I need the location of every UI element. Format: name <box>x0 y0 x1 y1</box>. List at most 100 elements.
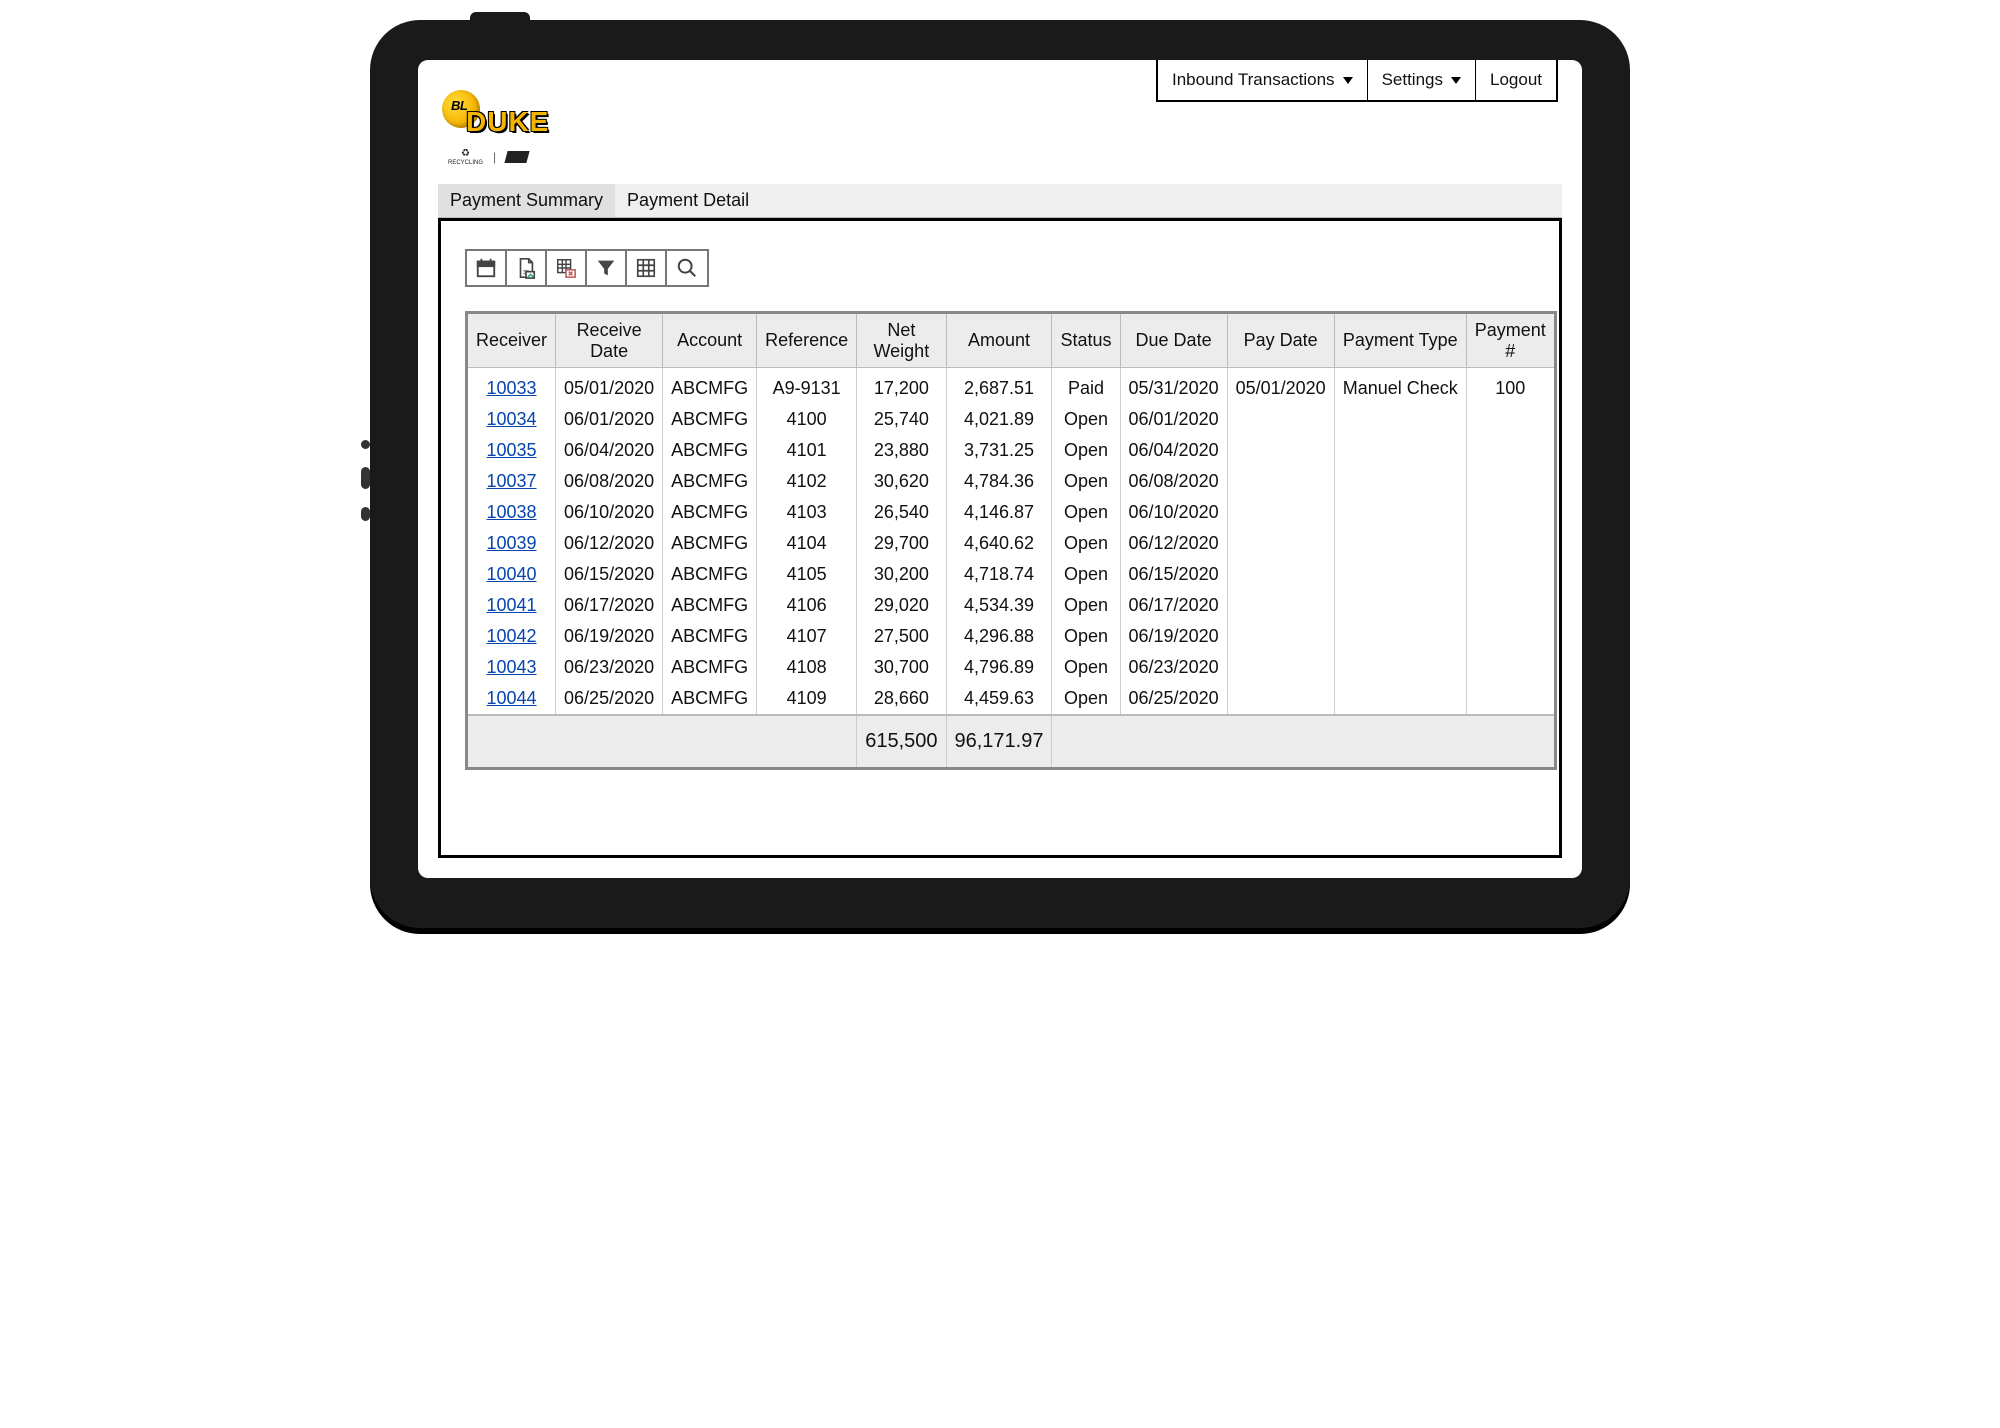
search-button[interactable] <box>667 251 707 285</box>
cell-status: Open <box>1052 528 1120 559</box>
cell-reference: 4106 <box>757 590 857 621</box>
cell-net-weight: 25,740 <box>857 404 946 435</box>
caret-down-icon <box>1451 77 1461 84</box>
cell-pay-date <box>1227 466 1334 497</box>
cell-reference: 4105 <box>757 559 857 590</box>
receiver-link[interactable]: 10044 <box>486 688 536 708</box>
cell-receiver[interactable]: 10044 <box>467 683 556 715</box>
cell-pay-date: 05/01/2020 <box>1227 368 1334 405</box>
toolbar <box>465 249 709 287</box>
total-net-weight: 615,500 <box>857 715 946 769</box>
cell-due-date: 06/17/2020 <box>1120 590 1227 621</box>
col-payment-type[interactable]: Payment Type <box>1334 313 1466 368</box>
cell-account: ABCMFG <box>663 466 757 497</box>
col-reference[interactable]: Reference <box>757 313 857 368</box>
cell-account: ABCMFG <box>663 368 757 405</box>
cell-receiver[interactable]: 10043 <box>467 652 556 683</box>
cell-account: ABCMFG <box>663 590 757 621</box>
cell-net-weight: 28,660 <box>857 683 946 715</box>
cell-payment-type <box>1334 559 1466 590</box>
cell-receive-date: 06/01/2020 <box>556 404 663 435</box>
cell-payment-no <box>1466 435 1555 466</box>
table-row: 1004106/17/2020ABCMFG410629,0204,534.39O… <box>467 590 1556 621</box>
cell-payment-no <box>1466 621 1555 652</box>
receiver-link[interactable]: 10038 <box>486 502 536 522</box>
receiver-link[interactable]: 10034 <box>486 409 536 429</box>
cell-account: ABCMFG <box>663 404 757 435</box>
cell-pay-date <box>1227 683 1334 715</box>
cell-payment-type <box>1334 652 1466 683</box>
col-payment-no[interactable]: Payment # <box>1466 313 1555 368</box>
receiver-link[interactable]: 10043 <box>486 657 536 677</box>
logo-duke-text: DUKE <box>466 106 549 138</box>
cell-payment-type <box>1334 528 1466 559</box>
cell-amount: 4,459.63 <box>946 683 1052 715</box>
table-row: 1004006/15/2020ABCMFG410530,2004,718.74O… <box>467 559 1556 590</box>
cell-account: ABCMFG <box>663 435 757 466</box>
cell-reference: 4109 <box>757 683 857 715</box>
nav-settings[interactable]: Settings <box>1367 60 1475 100</box>
cell-payment-no <box>1466 559 1555 590</box>
grid-button[interactable] <box>627 251 667 285</box>
tab-payment-summary[interactable]: Payment Summary <box>438 184 615 217</box>
cell-receive-date: 06/15/2020 <box>556 559 663 590</box>
export-spreadsheet-button[interactable] <box>547 251 587 285</box>
cell-status: Open <box>1052 435 1120 466</box>
receiver-link[interactable]: 10033 <box>486 378 536 398</box>
cell-receiver[interactable]: 10034 <box>467 404 556 435</box>
receiver-link[interactable]: 10037 <box>486 471 536 491</box>
col-amount[interactable]: Amount <box>946 313 1052 368</box>
cell-net-weight: 23,880 <box>857 435 946 466</box>
cell-payment-type <box>1334 497 1466 528</box>
cell-due-date: 06/12/2020 <box>1120 528 1227 559</box>
cell-due-date: 06/15/2020 <box>1120 559 1227 590</box>
col-net-weight[interactable]: Net Weight <box>857 313 946 368</box>
cell-reference: 4102 <box>757 466 857 497</box>
col-account[interactable]: Account <box>663 313 757 368</box>
receiver-link[interactable]: 10040 <box>486 564 536 584</box>
col-status[interactable]: Status <box>1052 313 1120 368</box>
nav-inbound-transactions[interactable]: Inbound Transactions <box>1158 60 1367 100</box>
cell-receiver[interactable]: 10039 <box>467 528 556 559</box>
receiver-link[interactable]: 10035 <box>486 440 536 460</box>
cell-receiver[interactable]: 10040 <box>467 559 556 590</box>
cell-account: ABCMFG <box>663 559 757 590</box>
cell-receiver[interactable]: 10035 <box>467 435 556 466</box>
filter-button[interactable] <box>587 251 627 285</box>
receiver-link[interactable]: 10039 <box>486 533 536 553</box>
nav-logout[interactable]: Logout <box>1475 60 1556 100</box>
receiver-link[interactable]: 10041 <box>486 595 536 615</box>
cell-receiver[interactable]: 10042 <box>467 621 556 652</box>
cell-pay-date <box>1227 559 1334 590</box>
cell-status: Paid <box>1052 368 1120 405</box>
col-receiver[interactable]: Receiver <box>467 313 556 368</box>
recycle-icon: ♻ <box>461 148 470 159</box>
cell-net-weight: 30,700 <box>857 652 946 683</box>
cell-payment-no <box>1466 528 1555 559</box>
col-pay-date[interactable]: Pay Date <box>1227 313 1334 368</box>
cell-receiver[interactable]: 10033 <box>467 368 556 405</box>
tablet-notch <box>470 12 530 22</box>
tablet-side-buttons <box>361 440 370 521</box>
nav-inbound-label: Inbound Transactions <box>1172 70 1335 90</box>
cell-amount: 4,796.89 <box>946 652 1052 683</box>
cell-receiver[interactable]: 10041 <box>467 590 556 621</box>
cell-payment-no <box>1466 404 1555 435</box>
cell-receive-date: 05/01/2020 <box>556 368 663 405</box>
cell-receive-date: 06/19/2020 <box>556 621 663 652</box>
table-row: 1003506/04/2020ABCMFG410123,8803,731.25O… <box>467 435 1556 466</box>
receiver-link[interactable]: 10042 <box>486 626 536 646</box>
col-receive-date[interactable]: Receive Date <box>556 313 663 368</box>
cell-receiver[interactable]: 10037 <box>467 466 556 497</box>
cell-receive-date: 06/08/2020 <box>556 466 663 497</box>
cell-due-date: 06/10/2020 <box>1120 497 1227 528</box>
export-document-button[interactable] <box>507 251 547 285</box>
col-due-date[interactable]: Due Date <box>1120 313 1227 368</box>
cell-receiver[interactable]: 10038 <box>467 497 556 528</box>
tab-payment-detail[interactable]: Payment Detail <box>615 184 761 217</box>
cell-status: Open <box>1052 652 1120 683</box>
cell-payment-no <box>1466 466 1555 497</box>
spreadsheet-export-icon <box>555 257 577 279</box>
calendar-button[interactable] <box>467 251 507 285</box>
cell-amount: 2,687.51 <box>946 368 1052 405</box>
